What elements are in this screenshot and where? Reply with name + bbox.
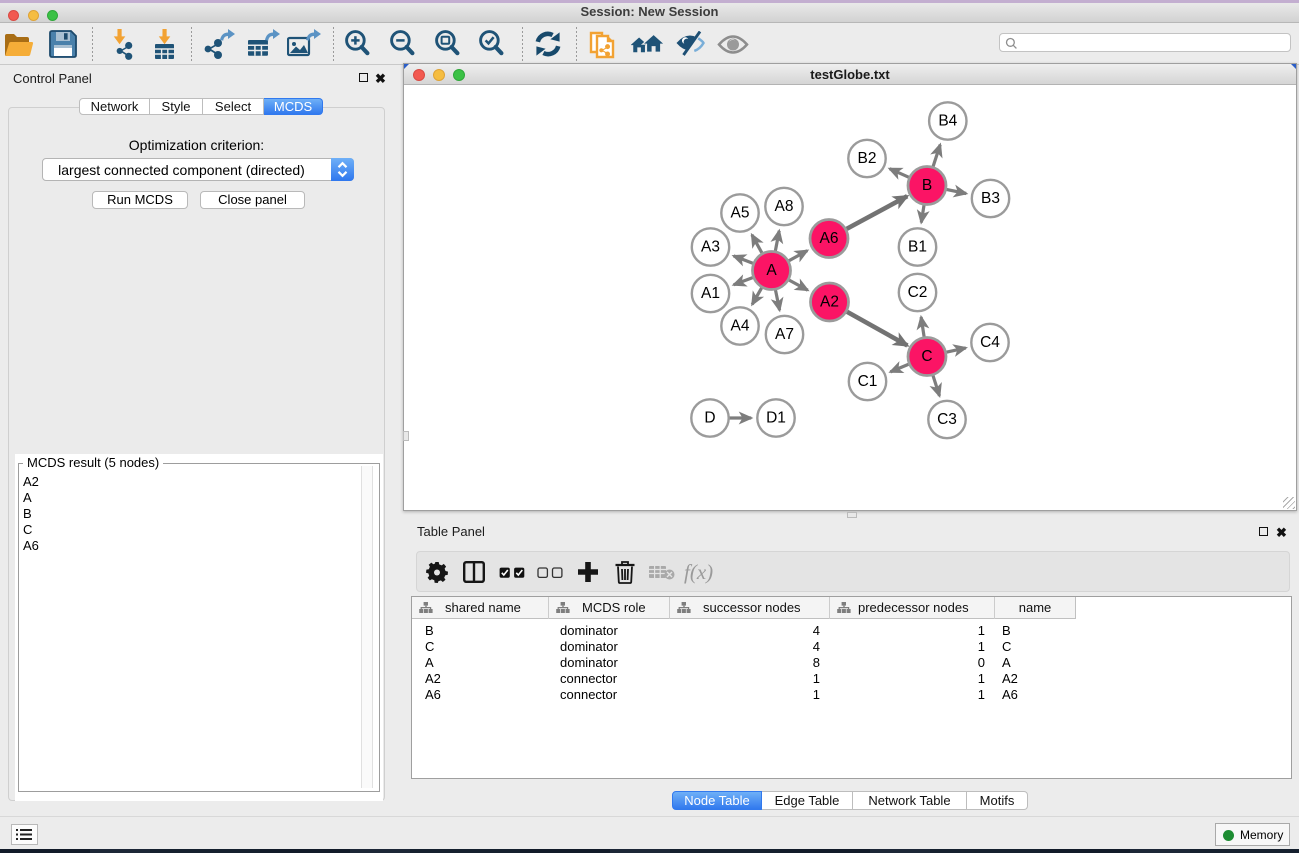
- svg-text:B: B: [922, 177, 932, 194]
- svg-text:A7: A7: [775, 326, 794, 343]
- svg-text:D: D: [704, 410, 715, 427]
- svg-text:C1: C1: [858, 373, 878, 390]
- svg-text:B1: B1: [908, 239, 927, 256]
- svg-text:A3: A3: [701, 239, 720, 256]
- svg-text:B2: B2: [858, 150, 877, 167]
- svg-text:C3: C3: [937, 411, 957, 428]
- svg-text:A2: A2: [820, 294, 839, 311]
- svg-text:B3: B3: [981, 190, 1000, 207]
- svg-text:A6: A6: [820, 230, 839, 247]
- svg-text:A: A: [766, 262, 777, 279]
- svg-text:D1: D1: [766, 410, 786, 427]
- svg-text:A4: A4: [731, 318, 750, 335]
- svg-text:B4: B4: [938, 113, 957, 130]
- svg-text:C2: C2: [908, 284, 928, 301]
- svg-text:A8: A8: [775, 198, 794, 215]
- svg-text:C: C: [921, 348, 932, 365]
- svg-text:C4: C4: [980, 334, 1000, 351]
- svg-text:A5: A5: [731, 205, 750, 222]
- svg-text:A1: A1: [701, 285, 720, 302]
